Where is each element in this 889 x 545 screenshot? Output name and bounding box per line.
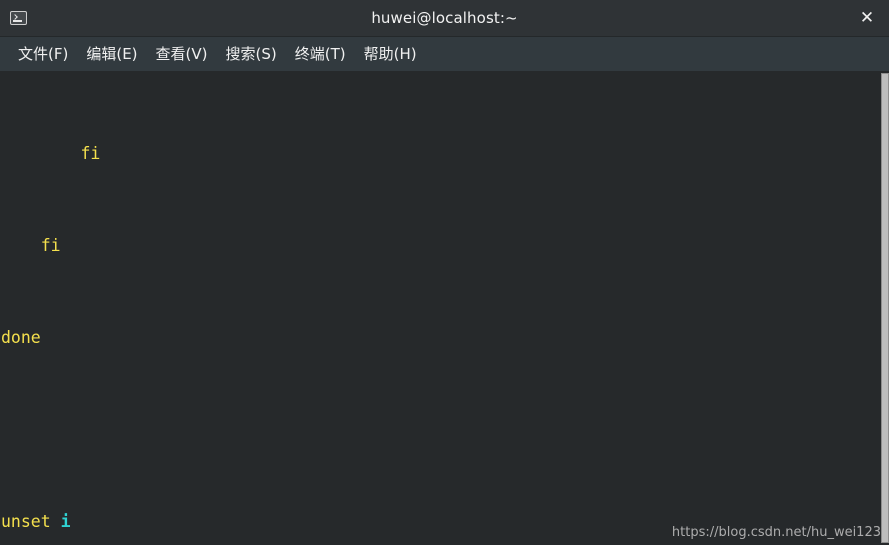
menu-item-view[interactable]: 查看(V) (147, 40, 217, 68)
keyword: done (1, 328, 41, 347)
terminal-line: done (1, 326, 889, 349)
keyword: unset (1, 512, 51, 531)
keyword: fi (80, 144, 101, 163)
terminal-output[interactable]: fi fi done unset i unset -f pathmunge if… (0, 71, 889, 545)
menu-item-terminal[interactable]: 终端(T) (286, 40, 355, 68)
keyword: fi (40, 236, 61, 255)
menu-bar: 文件(F) 编辑(E) 查看(V) 搜索(S) 终端(T) 帮助(H) (0, 37, 889, 71)
terminal-icon (0, 0, 36, 36)
menu-item-edit[interactable]: 编辑(E) (77, 40, 146, 68)
vertical-scrollbar[interactable] (880, 71, 889, 545)
title-bar: huwei@localhost:~ ✕ (0, 0, 889, 37)
terminal-line: fi (1, 234, 889, 257)
window-title: huwei@localhost:~ (371, 9, 518, 27)
menu-item-help[interactable]: 帮助(H) (355, 40, 426, 68)
scrollbar-thumb[interactable] (881, 73, 889, 543)
variable: i (60, 512, 71, 531)
close-icon[interactable]: ✕ (851, 0, 883, 36)
menu-item-file[interactable]: 文件(F) (9, 40, 77, 68)
terminal-line: unset i (1, 510, 889, 533)
terminal-body[interactable]: fi fi done unset i unset -f pathmunge if… (0, 71, 889, 545)
menu-item-search[interactable]: 搜索(S) (217, 40, 286, 68)
terminal-window: huwei@localhost:~ ✕ 文件(F) 编辑(E) 查看(V) 搜索… (0, 0, 889, 545)
terminal-line: fi (1, 142, 889, 165)
